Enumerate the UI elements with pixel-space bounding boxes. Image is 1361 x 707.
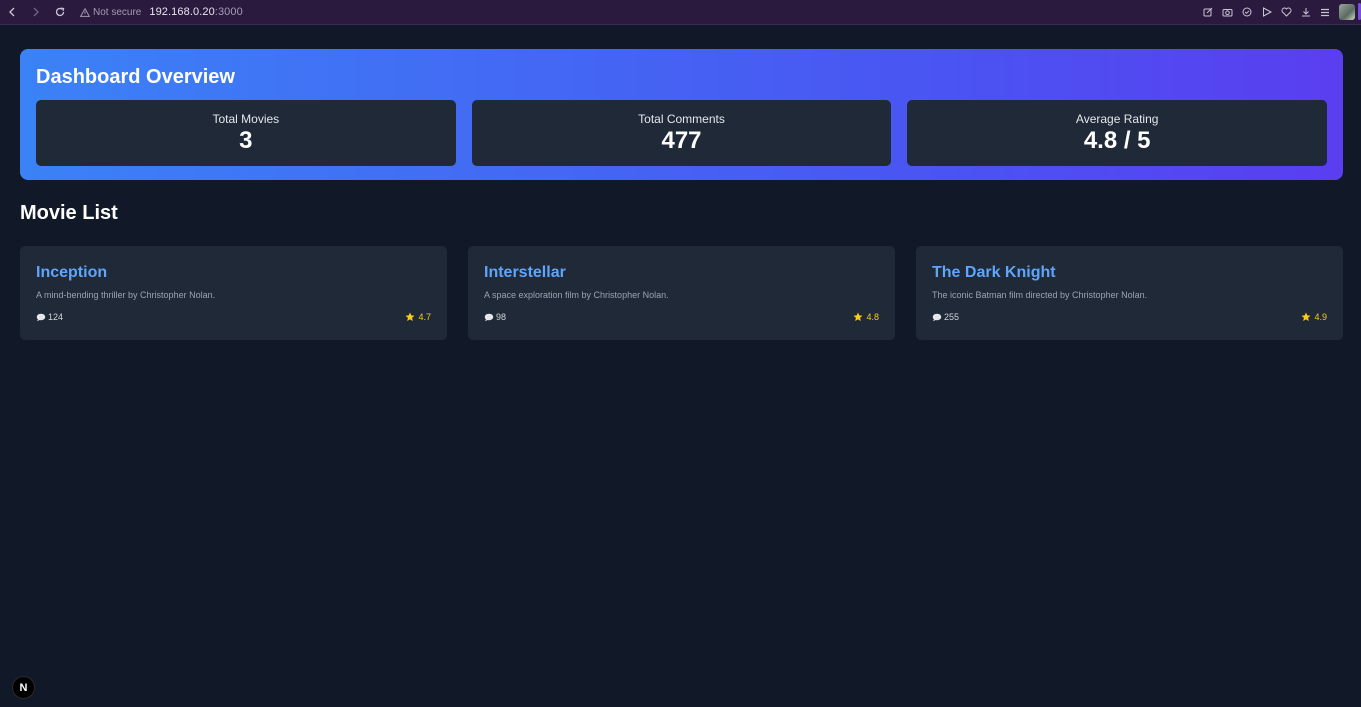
movie-title[interactable]: Interstellar <box>484 263 879 283</box>
menu-button[interactable] <box>1316 0 1336 25</box>
toolbar-actions <box>1199 0 1361 25</box>
rating-value: 4.9 <box>1314 312 1327 322</box>
url-port: :3000 <box>214 6 243 18</box>
favorites-button[interactable] <box>1277 0 1297 25</box>
screenshot-button[interactable] <box>1218 0 1238 25</box>
star-icon <box>853 312 863 321</box>
comment-count: 124 <box>36 312 63 322</box>
nextjs-dev-badge[interactable]: N <box>12 676 35 699</box>
menu-icon <box>1321 8 1330 16</box>
edit-button[interactable] <box>1199 0 1219 25</box>
send-icon <box>1262 7 1272 17</box>
movie-meta: 124 4.7 <box>36 312 431 322</box>
forward-button[interactable] <box>24 0 48 25</box>
rating-value: 4.7 <box>418 312 431 322</box>
download-icon <box>1301 8 1310 17</box>
stat-value: 477 <box>661 126 702 154</box>
address-bar[interactable]: 192.168.0.20:3000 <box>149 6 242 18</box>
movie-list: Inception A mind-bending thriller by Chr… <box>20 246 1343 340</box>
movie-card-interstellar[interactable]: Interstellar A space exploration film by… <box>468 246 895 340</box>
stat-label: Total Comments <box>638 111 725 126</box>
movie-description: The iconic Batman film directed by Chris… <box>932 290 1148 300</box>
profile-avatar[interactable] <box>1339 4 1355 20</box>
comment-count-value: 255 <box>944 312 960 322</box>
chevron-right-icon <box>33 7 39 17</box>
reload-button[interactable] <box>48 0 72 25</box>
stat-label: Total Movies <box>212 111 280 126</box>
heart-icon <box>1281 7 1292 17</box>
movie-card-the-dark-knight[interactable]: The Dark Knight The iconic Batman film d… <box>916 246 1343 340</box>
stat-label: Average Rating <box>1075 111 1159 126</box>
stat-card-total-comments: Total Comments 477 <box>471 100 892 166</box>
security-label: Not secure <box>93 6 142 18</box>
stat-value: 4.8 / 5 <box>1083 126 1151 154</box>
reload-icon <box>55 7 65 17</box>
movie-title[interactable]: The Dark Knight <box>932 263 1327 283</box>
stat-value: 3 <box>239 126 253 154</box>
movie-description: A space exploration film by Christopher … <box>484 290 669 300</box>
url-host: 192.168.0.20 <box>149 6 215 18</box>
movie-card-inception[interactable]: Inception A mind-bending thriller by Chr… <box>20 246 447 340</box>
security-indicator[interactable]: Not secure <box>80 7 141 18</box>
send-button[interactable] <box>1257 0 1277 25</box>
stats-row: Total Movies 3 Total Comments 477 Averag… <box>36 100 1328 166</box>
movie-title[interactable]: Inception <box>36 263 431 283</box>
edit-icon <box>1203 7 1213 17</box>
dashboard-overview-panel: Dashboard Overview Total Movies 3 Total … <box>20 49 1343 180</box>
star-icon <box>405 312 415 321</box>
rating-value: 4.8 <box>866 312 879 322</box>
nextjs-logo-icon: N <box>19 681 28 694</box>
movie-description: A mind-bending thriller by Christopher N… <box>36 290 216 300</box>
rating: 4.9 <box>1301 312 1327 322</box>
rating: 4.7 <box>405 312 431 322</box>
comment-count-value: 124 <box>48 312 64 322</box>
comment-icon <box>484 313 494 321</box>
star-icon <box>1301 312 1311 321</box>
downloads-button[interactable] <box>1296 0 1316 25</box>
chevron-left-icon <box>9 7 15 17</box>
comment-count: 98 <box>484 312 506 322</box>
movie-meta: 255 4.9 <box>932 312 1327 322</box>
comment-count-value: 98 <box>496 312 507 322</box>
comment-icon <box>932 313 942 321</box>
stat-card-average-rating: Average Rating 4.8 / 5 <box>907 100 1328 166</box>
back-button[interactable] <box>0 0 24 25</box>
warning-icon <box>80 7 90 17</box>
browser-toolbar: Not secure 192.168.0.20:3000 <box>0 0 1361 25</box>
comment-count: 255 <box>932 312 959 322</box>
dashboard-title: Dashboard Overview <box>36 66 235 88</box>
movie-meta: 98 4.8 <box>484 312 879 322</box>
movie-list-title: Movie List <box>20 202 118 224</box>
comment-icon <box>36 313 46 321</box>
stat-card-total-movies: Total Movies 3 <box>36 100 456 166</box>
shield-icon <box>1242 7 1252 17</box>
rating: 4.8 <box>853 312 879 322</box>
camera-icon <box>1222 9 1233 17</box>
shield-button[interactable] <box>1238 0 1258 25</box>
